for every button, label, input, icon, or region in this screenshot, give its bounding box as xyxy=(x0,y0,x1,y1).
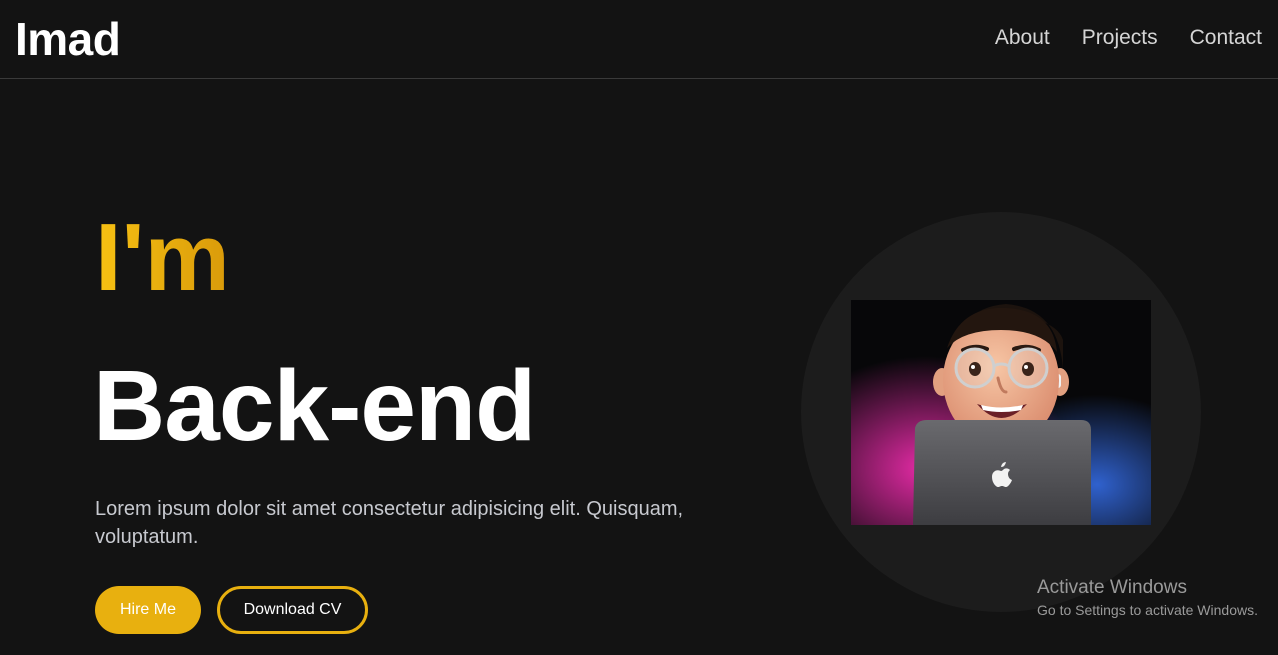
profile-photo xyxy=(851,300,1151,525)
memoji-with-laptop-illustration xyxy=(851,300,1151,525)
nav-link-about[interactable]: About xyxy=(995,26,1050,50)
hero-buttons: Hire Me Download CV xyxy=(95,586,368,634)
activation-subtitle: Go to Settings to activate Windows. xyxy=(1037,602,1258,618)
nav-link-projects[interactable]: Projects xyxy=(1082,26,1158,50)
navbar: Imad About Projects Contact xyxy=(0,0,1278,79)
site-logo[interactable]: Imad xyxy=(15,12,121,66)
download-cv-button[interactable]: Download CV xyxy=(217,586,368,634)
hero-title: Back-end xyxy=(93,350,536,462)
windows-activation-notice: Activate Windows Go to Settings to activ… xyxy=(1037,577,1258,618)
hero-description: Lorem ipsum dolor sit amet consectetur a… xyxy=(95,498,684,548)
nav-link-contact[interactable]: Contact xyxy=(1190,26,1262,50)
activation-title: Activate Windows xyxy=(1037,577,1187,598)
nav-links: About Projects Contact xyxy=(995,26,1262,50)
hero-prefix: I'm xyxy=(95,204,230,311)
hire-me-button[interactable]: Hire Me xyxy=(95,586,201,634)
